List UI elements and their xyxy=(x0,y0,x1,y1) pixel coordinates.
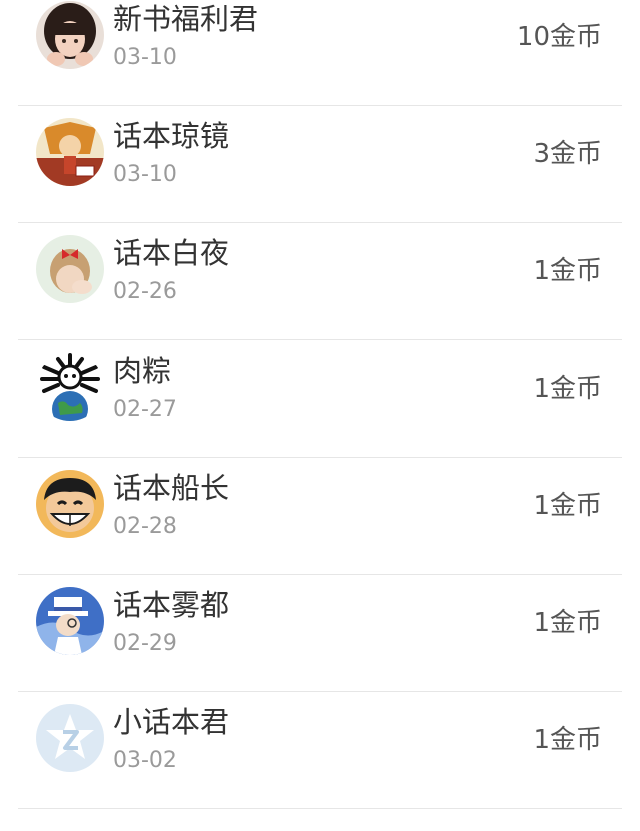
girl-avatar[interactable] xyxy=(36,1,104,69)
date: 03-10 xyxy=(113,45,177,70)
nickname: 话本雾都 xyxy=(113,588,230,622)
coin-reward: 1金币 xyxy=(533,608,602,638)
coin-reward: 1金币 xyxy=(533,374,602,404)
coin-reward: 1金币 xyxy=(533,725,602,755)
nickname: 肉粽 xyxy=(113,354,172,388)
date: 03-10 xyxy=(113,162,177,187)
nickname: 话本白夜 xyxy=(113,236,230,270)
list-item[interactable]: 话本船长 02-28 1金币 xyxy=(0,458,640,575)
date: 02-27 xyxy=(113,397,177,422)
coin-reward: 1金币 xyxy=(533,256,602,286)
reward-record-list: 新书福利君 03-10 10金币 话本琼镜 03-10 3金币 话本白夜 02-… xyxy=(0,0,640,831)
date: 02-28 xyxy=(113,514,177,539)
date: 03-02 xyxy=(113,748,177,773)
kid-thief-avatar[interactable] xyxy=(36,587,104,655)
list-item[interactable]: 话本琼镜 03-10 3金币 xyxy=(0,106,640,223)
luffy-avatar[interactable] xyxy=(36,470,104,538)
nickname: 话本船长 xyxy=(113,471,230,505)
list-item[interactable]: 话本雾都 02-29 1金币 xyxy=(0,575,640,692)
coin-reward: 1金币 xyxy=(533,491,602,521)
date: 02-26 xyxy=(113,279,177,304)
date: 02-29 xyxy=(113,631,177,656)
app-logo-avatar[interactable] xyxy=(36,704,104,772)
anime-artwork-avatar[interactable] xyxy=(36,118,104,186)
cartoon-earth-avatar[interactable] xyxy=(36,353,104,421)
list-item[interactable]: 肉粽 02-27 1金币 xyxy=(0,341,640,458)
coin-reward: 3金币 xyxy=(533,139,602,169)
girl-bow-avatar[interactable] xyxy=(36,235,104,303)
list-item[interactable]: 话本白夜 02-26 1金币 xyxy=(0,223,640,340)
coin-reward: 10金币 xyxy=(516,22,602,52)
nickname: 新书福利君 xyxy=(113,2,259,36)
list-item[interactable]: 新书福利君 03-10 10金币 xyxy=(0,0,640,106)
list-item[interactable]: 小话本君 03-02 1金币 xyxy=(0,692,640,809)
nickname: 话本琼镜 xyxy=(113,119,230,153)
nickname: 小话本君 xyxy=(113,705,230,739)
